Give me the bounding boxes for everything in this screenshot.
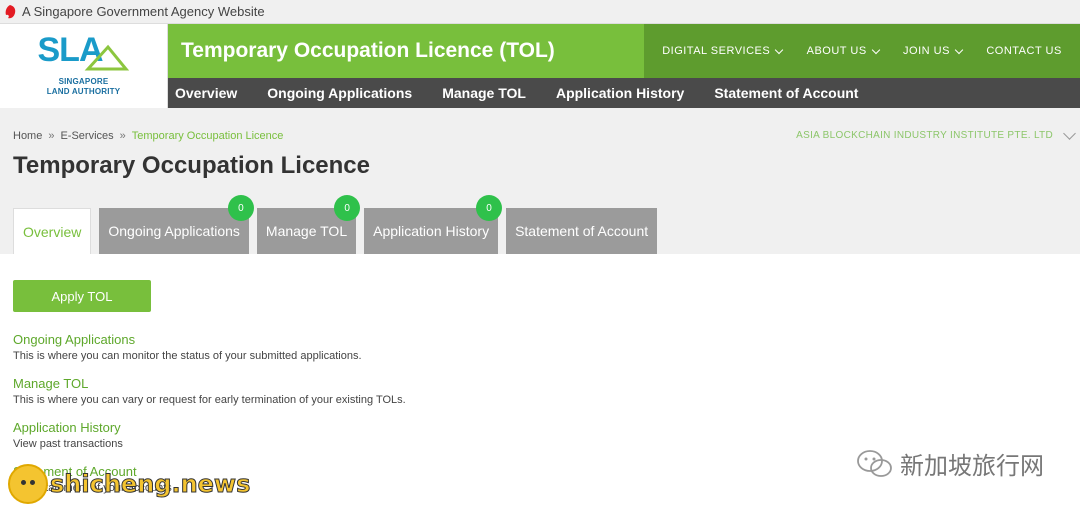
tab-label: Manage TOL (265, 223, 348, 239)
organisation-name: ASIA BLOCKCHAIN INDUSTRY INSTITUTE PTE. … (796, 130, 1053, 141)
site-watermark: shicheng.news (8, 464, 251, 504)
apply-tol-button[interactable]: Apply TOL (13, 280, 151, 312)
logo-subtitle: SINGAPORE LAND AUTHORITY (47, 77, 121, 97)
header-right: Temporary Occupation Licence (TOL) DIGIT… (168, 24, 1080, 108)
top-nav: DIGITAL SERVICES ABOUT US JOIN US CONTAC… (644, 24, 1080, 78)
logo-mark: SLA (38, 31, 130, 71)
section-manage-tol: Manage TOL This is where you can vary or… (13, 376, 406, 408)
tab-label: Ongoing Applications (108, 223, 240, 239)
top-nav-label: CONTACT US (986, 45, 1062, 57)
site-watermark-text: shicheng.news (49, 470, 251, 499)
chevron-down-icon (871, 45, 880, 54)
manage-tol-link[interactable]: Manage TOL (13, 376, 406, 392)
top-nav-about-us[interactable]: ABOUT US (806, 45, 880, 57)
wechat-icon (857, 449, 892, 477)
page-title: Temporary Occupation Licence (13, 152, 370, 179)
top-nav-join-us[interactable]: JOIN US (903, 45, 964, 57)
tab-application-history[interactable]: Application History 0 (364, 195, 503, 254)
wechat-watermark: 新加坡旅行网 (856, 446, 1044, 481)
breadcrumb-e-services[interactable]: E-Services (60, 130, 113, 142)
section-description: View past transactions (13, 438, 123, 450)
breadcrumb-current: Temporary Occupation Licence (131, 130, 284, 142)
count-badge: 0 (334, 195, 361, 221)
chevron-down-icon (1063, 126, 1076, 140)
ongoing-applications-link[interactable]: Ongoing Applications (13, 332, 406, 348)
tab-bar: Overview Ongoing Applications 0 Manage T… (13, 195, 658, 254)
app-title: Temporary Occupation Licence (TOL) (168, 24, 644, 78)
page-header: Home » E-Services » Temporary Occupation… (0, 108, 1080, 254)
logo-swoosh-icon (84, 44, 129, 71)
logo-line-2: LAND AUTHORITY (46, 87, 121, 96)
wechat-watermark-text: 新加坡旅行网 (900, 452, 1044, 480)
sub-nav-statement-of-account[interactable]: Statement of Account (714, 85, 858, 101)
top-nav-contact-us[interactable]: CONTACT US (986, 45, 1062, 57)
smiley-icon (8, 464, 48, 504)
top-nav-label: ABOUT US (806, 45, 867, 57)
tab-label: Statement of Account (515, 223, 649, 239)
gov-banner: A Singapore Government Agency Website (0, 0, 1080, 24)
section-application-history: Application History View past transactio… (13, 420, 406, 452)
header-top: Temporary Occupation Licence (TOL) DIGIT… (168, 24, 1080, 78)
section-description: This is where you can monitor the status… (13, 350, 362, 362)
sub-nav-overview[interactable]: Overview (175, 85, 237, 101)
tab-label: Overview (23, 223, 82, 240)
tab-overview[interactable]: Overview (13, 208, 92, 254)
tab-ongoing-applications[interactable]: Ongoing Applications 0 (99, 195, 254, 254)
sub-nav-ongoing-applications[interactable]: Ongoing Applications (267, 85, 412, 101)
masthead: SLA SINGAPORE LAND AUTHORITY Temporary O… (0, 24, 1080, 108)
count-badge: 0 (227, 195, 254, 221)
top-nav-digital-services[interactable]: DIGITAL SERVICES (662, 45, 784, 57)
chevron-down-icon (954, 45, 964, 54)
chevron-down-icon (775, 45, 784, 54)
tab-label: Application History (373, 223, 490, 239)
top-nav-label: DIGITAL SERVICES (662, 45, 771, 57)
application-history-link[interactable]: Application History (13, 420, 406, 436)
tab-manage-tol[interactable]: Manage TOL 0 (256, 195, 361, 254)
breadcrumb: Home » E-Services » Temporary Occupation… (13, 130, 283, 142)
lion-head-icon (5, 4, 16, 18)
section-description: This is where you can vary or request fo… (13, 394, 406, 406)
section-ongoing-applications: Ongoing Applications This is where you c… (13, 332, 406, 364)
count-badge: 0 (476, 195, 503, 221)
sla-logo[interactable]: SLA SINGAPORE LAND AUTHORITY (0, 24, 168, 108)
breadcrumb-separator: » (119, 130, 126, 142)
sub-nav-manage-tol[interactable]: Manage TOL (442, 85, 526, 101)
breadcrumb-home[interactable]: Home (13, 130, 42, 142)
top-nav-label: JOIN US (903, 45, 950, 57)
logo-line-1: SINGAPORE (58, 77, 109, 86)
sub-nav: Overview Ongoing Applications Manage TOL… (168, 78, 1080, 108)
gov-banner-text: A Singapore Government Agency Website (22, 4, 265, 19)
tab-statement-of-account[interactable]: Statement of Account (506, 208, 658, 254)
breadcrumb-separator: » (48, 130, 55, 142)
organisation-select[interactable]: ASIA BLOCKCHAIN INDUSTRY INSTITUTE PTE. … (796, 126, 1076, 141)
sub-nav-application-history[interactable]: Application History (556, 85, 684, 101)
